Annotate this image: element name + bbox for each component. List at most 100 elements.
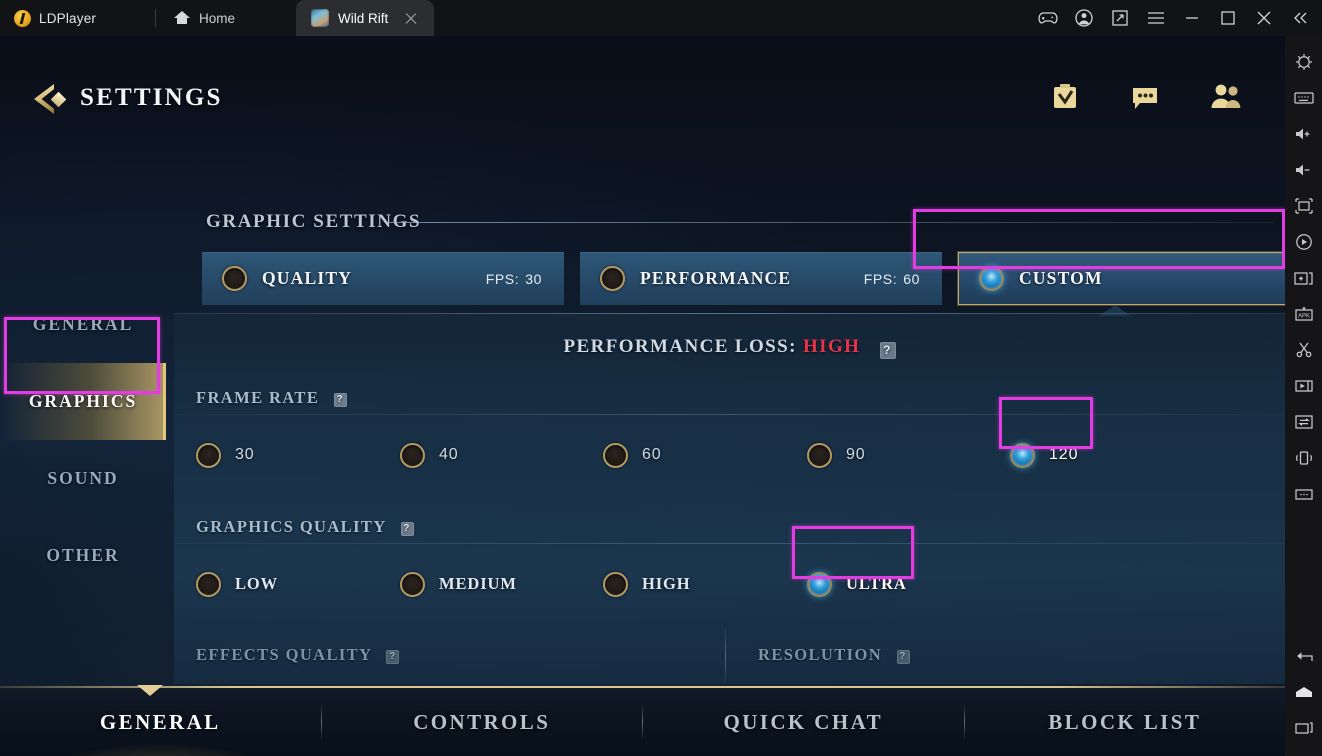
file-transfer-icon[interactable] xyxy=(1285,404,1322,440)
radio-icon[interactable] xyxy=(196,442,221,468)
ldplayer-brand-label: LDPlayer xyxy=(39,10,97,26)
radio-icon[interactable] xyxy=(600,266,625,291)
ldplayer-side-toolbar: APK xyxy=(1285,36,1322,756)
radio-icon-selected[interactable] xyxy=(1010,442,1035,468)
radio-icon[interactable] xyxy=(196,571,221,597)
graphics-quality-ultra[interactable]: ULTRA xyxy=(807,563,907,605)
home-icon[interactable] xyxy=(1285,674,1322,710)
video-record-icon[interactable] xyxy=(1285,368,1322,404)
shake-icon[interactable] xyxy=(1285,440,1322,476)
keyboard-icon[interactable] xyxy=(1285,80,1322,116)
more-options-icon[interactable] xyxy=(1285,476,1322,512)
help-icon[interactable]: ? xyxy=(896,650,910,664)
ldplayer-logo-icon xyxy=(14,9,31,27)
frame-rate-120[interactable]: 120 xyxy=(1010,434,1078,476)
section-divider xyxy=(388,222,1273,223)
graphics-quality-low[interactable]: LOW xyxy=(196,563,278,605)
scissors-icon[interactable] xyxy=(1285,332,1322,368)
radio-icon-selected[interactable] xyxy=(979,266,1004,291)
graphics-quality-medium[interactable]: MEDIUM xyxy=(400,563,517,605)
back-arrow-icon[interactable] xyxy=(34,84,68,114)
multi-instance-icon[interactable] xyxy=(1285,260,1322,296)
window-tab-wild-rift[interactable]: Wild Rift xyxy=(296,0,434,36)
help-icon[interactable]: ? xyxy=(400,522,414,536)
gamepad-icon[interactable] xyxy=(1030,0,1066,36)
sidebar-item-other[interactable]: OTHER xyxy=(0,517,166,594)
close-icon[interactable] xyxy=(403,10,419,26)
frame-rate-40[interactable]: 40 xyxy=(400,434,459,476)
back-icon[interactable] xyxy=(1285,638,1322,674)
volume-up-icon[interactable] xyxy=(1285,116,1322,152)
sidebar-item-sound[interactable]: SOUND xyxy=(0,440,166,517)
ldplayer-window: LDPlayer Home Wild Rift SETTINGS GENERAL… xyxy=(0,0,1322,756)
sidebar-item-general-label: GENERAL xyxy=(32,314,134,334)
volume-down-icon[interactable] xyxy=(1285,152,1322,188)
group-frame-rate-title: FRAME RATE ? xyxy=(196,388,347,408)
tab-quick-chat[interactable]: QUICK CHAT xyxy=(643,710,964,735)
radio-icon[interactable] xyxy=(807,442,832,468)
sidebar-item-graphics[interactable]: GRAPHICS xyxy=(0,363,166,440)
menu-icon[interactable] xyxy=(1138,0,1174,36)
preset-performance-label: PERFORMANCE xyxy=(640,268,792,288)
settings-sidebar: GENERAL GRAPHICS SOUND OTHER xyxy=(0,286,166,594)
preset-quality-label: QUALITY xyxy=(262,268,353,288)
help-icon[interactable]: ? xyxy=(333,393,347,407)
sidebar-item-graphics-label: GRAPHICS xyxy=(28,391,138,411)
account-icon[interactable] xyxy=(1066,0,1102,36)
help-icon[interactable]: ? xyxy=(879,342,896,359)
sidebar-item-general[interactable]: GENERAL xyxy=(0,286,166,363)
performance-loss: PERFORMANCE LOSS: HIGH ? xyxy=(174,336,1285,359)
maximize-icon[interactable] xyxy=(1210,0,1246,36)
settings-content: GRAPHIC SETTINGS QUALITY FPS: 30 PERFORMA… xyxy=(174,36,1285,756)
resize-icon[interactable] xyxy=(1102,0,1138,36)
rotate-icon[interactable] xyxy=(1285,224,1322,260)
game-icon xyxy=(311,9,329,27)
sidebar-item-sound-label: SOUND xyxy=(47,468,119,488)
frame-rate-60[interactable]: 60 xyxy=(603,434,662,476)
panel-column-divider xyxy=(725,628,726,684)
minimize-icon[interactable] xyxy=(1174,0,1210,36)
performance-loss-label: PERFORMANCE LOSS: xyxy=(563,336,797,357)
radio-icon[interactable] xyxy=(222,266,247,291)
group-divider xyxy=(174,543,1285,544)
recents-icon[interactable] xyxy=(1285,710,1322,746)
radio-icon[interactable] xyxy=(400,571,425,597)
game-viewport: SETTINGS GENERAL GRAPHICS SOUND OTHER GR… xyxy=(0,36,1285,756)
preset-row: QUALITY FPS: 30 PERFORMANCE FPS: 60 CUSTOM xyxy=(202,251,1285,306)
group-divider xyxy=(174,414,1285,415)
preset-performance[interactable]: PERFORMANCE FPS: 60 xyxy=(580,252,942,305)
frame-rate-30[interactable]: 30 xyxy=(196,434,255,476)
radio-icon[interactable] xyxy=(603,571,628,597)
window-titlebar: LDPlayer Home Wild Rift xyxy=(0,0,1322,36)
close-window-icon[interactable] xyxy=(1246,0,1282,36)
radio-icon-selected[interactable] xyxy=(807,571,832,597)
home-icon xyxy=(174,11,190,25)
install-apk-icon[interactable]: APK xyxy=(1285,296,1322,332)
graphics-quality-high[interactable]: HIGH xyxy=(603,563,691,605)
window-tab-home[interactable]: Home xyxy=(156,0,296,36)
preset-quality[interactable]: QUALITY FPS: 30 xyxy=(202,252,564,305)
frame-rate-options: 30 40 60 90 120 xyxy=(174,420,1285,490)
group-effects-quality-title: EFFECTS QUALITY ? xyxy=(196,645,400,665)
ldplayer-brand: LDPlayer xyxy=(0,9,155,27)
tab-block-list[interactable]: BLOCK LIST xyxy=(965,710,1286,735)
settings-gear-icon[interactable] xyxy=(1285,44,1322,80)
group-graphics-quality-title: GRAPHICS QUALITY ? xyxy=(196,517,414,537)
preset-custom[interactable]: CUSTOM xyxy=(957,251,1285,306)
group-resolution-title: RESOLUTION ? xyxy=(758,645,910,665)
preset-custom-label: CUSTOM xyxy=(1019,268,1103,288)
collapse-icon[interactable] xyxy=(1282,0,1318,36)
custom-settings-panel xyxy=(174,313,1285,684)
panel-top-edge xyxy=(174,313,1285,314)
svg-text:APK: APK xyxy=(1297,314,1309,320)
help-icon[interactable]: ? xyxy=(386,650,400,664)
radio-icon[interactable] xyxy=(400,442,425,468)
window-tab-wild-rift-label: Wild Rift xyxy=(338,10,389,26)
preset-performance-fps: FPS: 60 xyxy=(863,270,920,287)
bottom-tab-bar: GENERAL CONTROLS QUICK CHAT BLOCK LIST xyxy=(0,685,1286,756)
frame-rate-90[interactable]: 90 xyxy=(807,434,866,476)
fullscreen-icon[interactable] xyxy=(1285,188,1322,224)
tab-controls[interactable]: CONTROLS xyxy=(322,710,643,735)
tab-general[interactable]: GENERAL xyxy=(0,710,321,735)
radio-icon[interactable] xyxy=(603,442,628,468)
